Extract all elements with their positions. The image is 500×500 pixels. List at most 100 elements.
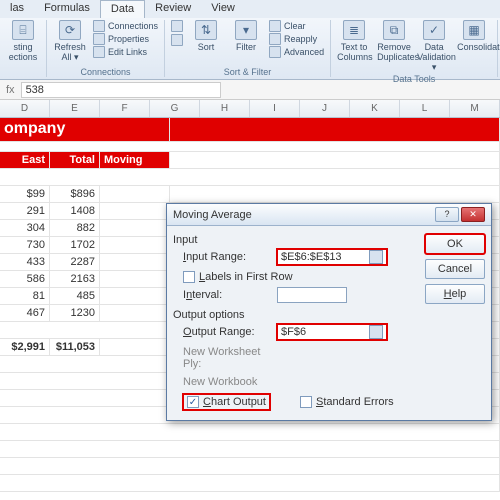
sort-az-icon xyxy=(171,20,183,32)
properties-button[interactable]: Properties xyxy=(93,33,158,45)
output-range-label: Output Range: xyxy=(183,326,273,338)
refresh-icon: ⟳ xyxy=(59,20,81,40)
remove-duplicates-icon: ⧉ xyxy=(383,20,405,40)
sort-za-icon xyxy=(171,34,183,46)
col-k[interactable]: K xyxy=(350,100,400,117)
group-datatools-label: Data Tools xyxy=(393,74,435,84)
col-g[interactable]: G xyxy=(150,100,200,117)
tab-data[interactable]: Data xyxy=(100,0,145,18)
hdr-moving: Moving Avg. xyxy=(100,152,170,169)
range-picker-icon[interactable] xyxy=(369,250,383,264)
interval-label: Interval: xyxy=(183,289,273,301)
labels-first-row-label: Labels in First Row xyxy=(199,271,293,283)
cell-total[interactable]: 1230 xyxy=(50,305,100,322)
hdr-total: Total xyxy=(50,152,100,169)
tab-las[interactable]: las xyxy=(0,0,34,18)
sum-total[interactable]: $11,053 xyxy=(50,339,100,356)
cell-total[interactable]: $896 xyxy=(50,186,100,203)
sort-za-button[interactable] xyxy=(171,34,183,46)
standard-errors-label: Standard Errors xyxy=(316,396,394,408)
dialog-title: Moving Average xyxy=(173,209,433,221)
cell-east[interactable]: 730 xyxy=(0,237,50,254)
cell-total[interactable]: 485 xyxy=(50,288,100,305)
clear-button[interactable]: Clear xyxy=(269,20,324,32)
remove-duplicates-button[interactable]: ⧉ Remove Duplicates xyxy=(377,20,411,62)
col-h[interactable]: H xyxy=(200,100,250,117)
advanced-icon xyxy=(269,46,281,58)
col-m[interactable]: M xyxy=(450,100,500,117)
tab-formulas[interactable]: Formulas xyxy=(34,0,100,18)
cell-east[interactable]: 291 xyxy=(0,203,50,220)
hdr-east: East xyxy=(0,152,50,169)
edit-links-icon xyxy=(93,46,105,58)
input-section-label: Input xyxy=(173,234,417,246)
group-sortfilter-label: Sort & Filter xyxy=(224,67,272,77)
dialog-help-button[interactable]: ? xyxy=(435,207,459,222)
col-e[interactable]: E xyxy=(50,100,100,117)
sort-button[interactable]: ⇅ Sort xyxy=(189,20,223,52)
interval-field[interactable] xyxy=(277,287,347,303)
cell-total[interactable]: 882 xyxy=(50,220,100,237)
link-icon xyxy=(93,20,105,32)
sort-az-button[interactable] xyxy=(171,20,183,32)
cell-east[interactable]: 81 xyxy=(0,288,50,305)
sort-icon: ⇅ xyxy=(195,20,217,40)
tab-review[interactable]: Review xyxy=(145,0,201,18)
text-to-columns-icon: ≣ xyxy=(343,20,365,40)
cell-east[interactable]: 467 xyxy=(0,305,50,322)
data-validation-button[interactable]: ✓ Data Validation ▾ xyxy=(417,20,451,73)
connections-button[interactable]: Connections xyxy=(93,20,158,32)
cell-total[interactable]: 1408 xyxy=(50,203,100,220)
chart-output-label: Chart Output xyxy=(203,396,266,408)
column-headers: D E F G H I J K L M xyxy=(0,100,500,118)
consolidate-icon: ▦ xyxy=(463,20,485,40)
cell-total[interactable]: 2163 xyxy=(50,271,100,288)
col-d[interactable]: D xyxy=(0,100,50,117)
dialog-close-button[interactable]: ✕ xyxy=(461,207,485,222)
cell-total[interactable]: 1702 xyxy=(50,237,100,254)
properties-icon xyxy=(93,33,105,45)
cancel-button[interactable]: Cancel xyxy=(425,259,485,279)
reapply-icon xyxy=(269,33,281,45)
standard-errors-checkbox[interactable] xyxy=(300,396,312,408)
tab-view[interactable]: View xyxy=(201,0,245,18)
text-to-columns-button[interactable]: ≣ Text to Columns xyxy=(337,20,371,62)
filter-icon: ▾ xyxy=(235,20,257,40)
cell-east[interactable]: 304 xyxy=(0,220,50,237)
range-picker-icon[interactable] xyxy=(369,325,383,339)
ok-button[interactable]: OK xyxy=(425,234,485,254)
cell-east[interactable]: $99 xyxy=(0,186,50,203)
cell-east[interactable]: 586 xyxy=(0,271,50,288)
existing-connections-button[interactable]: ⌸ stingections xyxy=(6,20,40,62)
refresh-all-button[interactable]: ⟳ Refresh All ▾ xyxy=(53,20,87,63)
fx-icon[interactable]: fx xyxy=(0,84,21,96)
edit-links-button[interactable]: Edit Links xyxy=(93,46,158,58)
cell-east[interactable]: 433 xyxy=(0,254,50,271)
input-range-label: IInput Range:nput Range: xyxy=(183,251,273,263)
dialog-titlebar[interactable]: Moving Average ? ✕ xyxy=(167,204,491,226)
filter-button[interactable]: ▾ Filter xyxy=(229,20,263,52)
input-range-field[interactable]: $E$6:$E$13 xyxy=(277,249,387,265)
data-validation-icon: ✓ xyxy=(423,20,445,40)
connections-icon: ⌸ xyxy=(12,20,34,40)
col-i[interactable]: I xyxy=(250,100,300,117)
formula-input[interactable]: 538 xyxy=(21,82,221,98)
new-ws-ply-label: New Worksheet Ply: xyxy=(183,346,273,370)
ribbon-tabs: las Formulas Data Review View xyxy=(0,0,500,18)
ribbon: ⌸ stingections ⟳ Refresh All ▾ Connectio… xyxy=(0,18,500,80)
output-range-field[interactable]: $F$6 xyxy=(277,324,387,340)
col-j[interactable]: J xyxy=(300,100,350,117)
output-section-label: Output options xyxy=(173,309,417,321)
labels-first-row-checkbox[interactable] xyxy=(183,271,195,283)
col-f[interactable]: F xyxy=(100,100,150,117)
sum-east[interactable]: $2,991 xyxy=(0,339,50,356)
col-l[interactable]: L xyxy=(400,100,450,117)
help-button[interactable]: Help xyxy=(425,284,485,304)
advanced-button[interactable]: Advanced xyxy=(269,46,324,58)
consolidate-button[interactable]: ▦ Consolidate xyxy=(457,20,491,52)
cell-total[interactable]: 2287 xyxy=(50,254,100,271)
clear-icon xyxy=(269,20,281,32)
new-wb-label: New Workbook xyxy=(183,376,273,388)
chart-output-checkbox[interactable]: ✓ xyxy=(187,396,199,408)
reapply-button[interactable]: Reapply xyxy=(269,33,324,45)
